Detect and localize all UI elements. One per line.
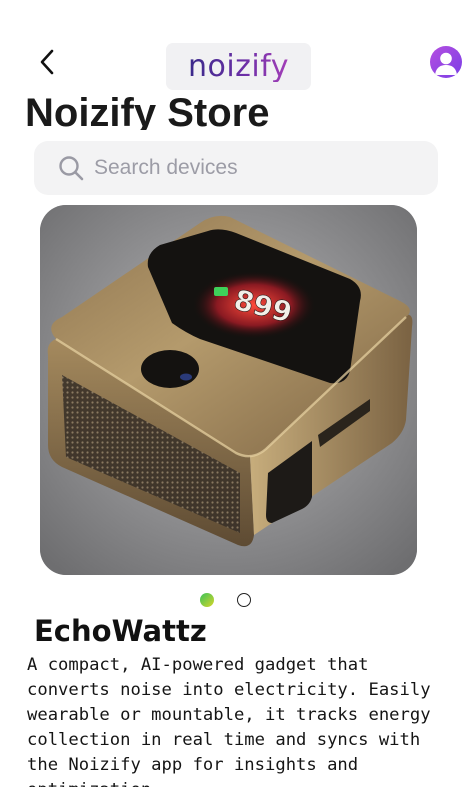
- page-title: Noizify Store: [25, 91, 270, 130]
- product-description: A compact, AI-powered gadget that conver…: [27, 655, 431, 787]
- search-icon: [58, 155, 84, 181]
- product-name: EchoWattz: [34, 614, 207, 648]
- carousel-indicator: [200, 593, 251, 607]
- carousel-dot[interactable]: [237, 593, 251, 607]
- search-input[interactable]: [94, 156, 414, 180]
- user-avatar[interactable]: [430, 46, 462, 78]
- carousel-dot-active[interactable]: [200, 593, 214, 607]
- brand-logo: noizify: [166, 43, 311, 90]
- search-bar[interactable]: [34, 141, 438, 195]
- brand-logo-text: noizify: [187, 48, 290, 84]
- chevron-left-icon: [40, 49, 54, 75]
- back-button[interactable]: [32, 46, 62, 78]
- user-avatar-icon: [435, 52, 457, 75]
- device-illustration: 899: [40, 205, 417, 575]
- product-image: 899: [40, 205, 417, 575]
